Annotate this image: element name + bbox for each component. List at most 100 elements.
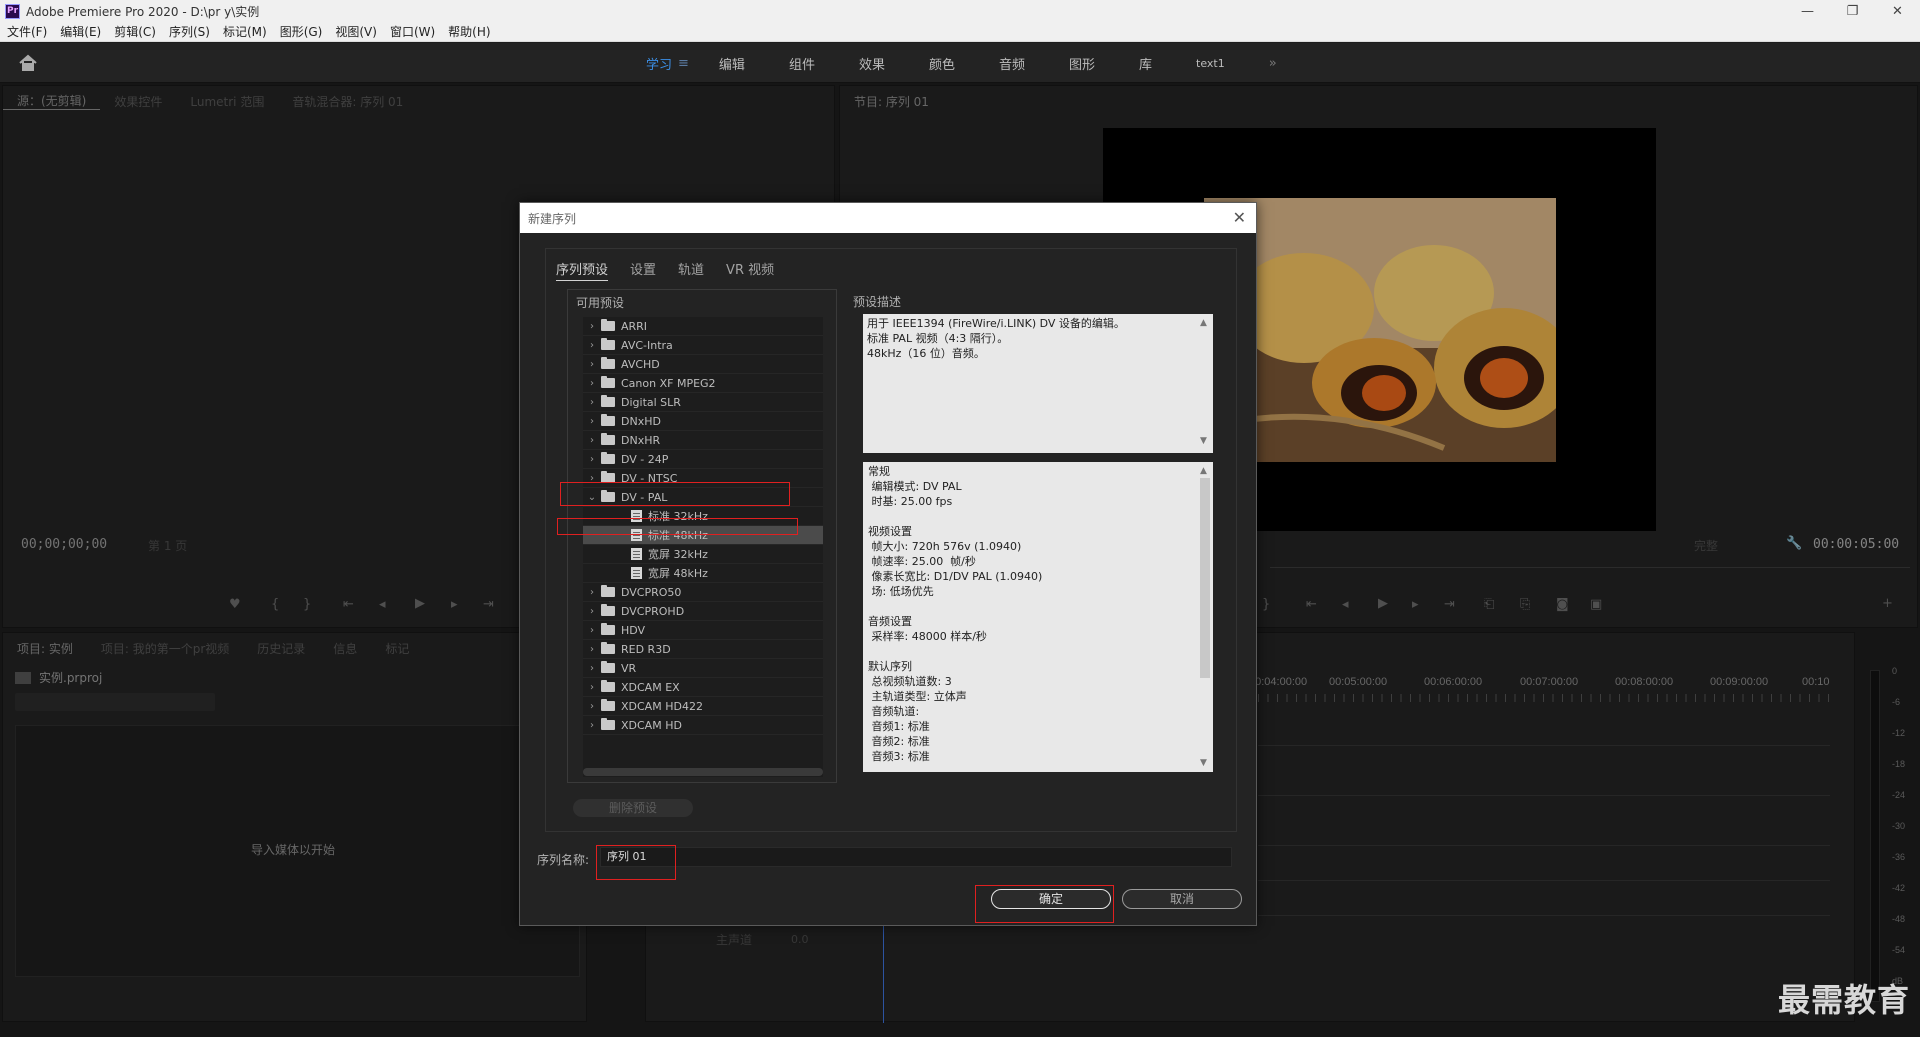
menu-marker[interactable]: 标记(M) bbox=[216, 23, 273, 40]
folder-icon bbox=[601, 319, 615, 331]
preset-label: DNxHD bbox=[621, 414, 661, 428]
tab-tracks[interactable]: 轨道 bbox=[678, 259, 704, 281]
details-line: 采样率: 48000 样本/秒 bbox=[868, 630, 987, 643]
preset-folder[interactable]: › DVCPROHD bbox=[583, 602, 823, 621]
dialog-close-icon[interactable]: ✕ bbox=[1233, 208, 1246, 227]
workspace-tab-effects[interactable]: 效果 bbox=[837, 54, 907, 73]
preset-label: AVC-Intra bbox=[621, 338, 673, 352]
home-icon[interactable] bbox=[18, 54, 38, 72]
cancel-button[interactable]: 取消 bbox=[1122, 889, 1242, 909]
workspace-tab-editing[interactable]: 编辑 bbox=[697, 54, 767, 73]
dialog-body: 序列预设 设置 轨道 VR 视频 可用预设 › ARRI › AVC-Intra › AV… bbox=[545, 248, 1237, 832]
preset-item[interactable]: 宽屏 32kHz bbox=[583, 545, 823, 564]
chevron-right-icon[interactable]: › bbox=[583, 378, 601, 389]
preset-folder[interactable]: › XDCAM HD bbox=[583, 716, 823, 735]
chevron-right-icon[interactable]: › bbox=[583, 397, 601, 408]
preset-folder[interactable]: › DV - 24P bbox=[583, 450, 823, 469]
details-line: 默认序列 bbox=[868, 660, 912, 673]
preset-label: DNxHR bbox=[621, 433, 661, 447]
chevron-right-icon[interactable]: › bbox=[583, 321, 601, 332]
close-window-button[interactable]: ✕ bbox=[1875, 0, 1920, 22]
details-line: 像素长宽比: D1/DV PAL (1.0940) bbox=[868, 570, 1043, 583]
chevron-right-icon[interactable]: › bbox=[583, 435, 601, 446]
window-titlebar: Pr Adobe Premiere Pro 2020 - D:\pr y\实例 … bbox=[0, 0, 1920, 22]
preset-item[interactable]: 宽屏 48kHz bbox=[583, 564, 823, 583]
details-scroll-thumb[interactable] bbox=[1200, 478, 1210, 678]
preset-folder[interactable]: › DNxHR bbox=[583, 431, 823, 450]
menu-file[interactable]: 文件(F) bbox=[0, 23, 53, 40]
workspace-tab-graphics[interactable]: 图形 bbox=[1047, 54, 1117, 73]
watermark-logo: 最需教育 bbox=[1777, 981, 1910, 1019]
menu-view[interactable]: 视图(V) bbox=[328, 23, 383, 40]
chevron-right-icon[interactable]: › bbox=[583, 682, 601, 693]
menu-graphics[interactable]: 图形(G) bbox=[273, 23, 329, 40]
preset-folder[interactable]: › Digital SLR bbox=[583, 393, 823, 412]
chevron-right-icon[interactable]: › bbox=[583, 359, 601, 370]
workspace-tab-assembly[interactable]: 组件 bbox=[767, 54, 837, 73]
chevron-right-icon[interactable]: › bbox=[583, 416, 601, 427]
chevron-right-icon[interactable]: › bbox=[583, 701, 601, 712]
details-line bbox=[868, 509, 1208, 524]
preset-folder[interactable]: › AVCHD bbox=[583, 355, 823, 374]
workspace-tab-color[interactable]: 颜色 bbox=[907, 54, 977, 73]
window-title: Adobe Premiere Pro 2020 - D:\pr y\实例 bbox=[26, 4, 260, 19]
description-scrollbar[interactable]: ▲ ▼ bbox=[1200, 316, 1212, 446]
sequence-name-label: 序列名称: bbox=[537, 853, 590, 867]
scroll-down-icon[interactable]: ▼ bbox=[1200, 434, 1207, 449]
workspace-tab-libraries[interactable]: 库 bbox=[1117, 54, 1174, 73]
preset-folder[interactable]: › RED R3D bbox=[583, 640, 823, 659]
preset-folder[interactable]: › DNxHD bbox=[583, 412, 823, 431]
workspace-menu-icon[interactable]: ≡ bbox=[678, 56, 689, 71]
tab-settings[interactable]: 设置 bbox=[630, 259, 656, 281]
preset-folder[interactable]: › HDV bbox=[583, 621, 823, 640]
scroll-up-icon[interactable]: ▲ bbox=[1200, 464, 1212, 479]
chevron-right-icon[interactable]: › bbox=[583, 340, 601, 351]
preset-folder[interactable]: › ARRI bbox=[583, 317, 823, 336]
chevron-right-icon[interactable]: › bbox=[583, 606, 601, 617]
scroll-up-icon[interactable]: ▲ bbox=[1200, 316, 1212, 331]
preset-folder[interactable]: › XDCAM HD422 bbox=[583, 697, 823, 716]
details-line: 总视频轨道数: 3 bbox=[868, 675, 952, 688]
details-line: 音频1: 标准 bbox=[868, 720, 930, 733]
folder-icon bbox=[601, 376, 615, 388]
chevron-right-icon[interactable]: › bbox=[583, 625, 601, 636]
menu-help[interactable]: 帮助(H) bbox=[441, 23, 496, 40]
chevron-right-icon[interactable]: › bbox=[583, 644, 601, 655]
workspace-bar: 学习 ≡ 编辑 组件 效果 颜色 音频 图形 库 text1 » bbox=[0, 43, 1920, 83]
chevron-right-icon[interactable]: › bbox=[583, 720, 601, 731]
preset-label: ARRI bbox=[621, 319, 648, 333]
scroll-down-icon[interactable]: ▼ bbox=[1200, 756, 1207, 771]
preset-folder[interactable]: › VR bbox=[583, 659, 823, 678]
preset-horizontal-scrollbar[interactable] bbox=[583, 768, 823, 776]
preset-label: 宽屏 48kHz bbox=[648, 567, 708, 580]
folder-icon bbox=[601, 452, 615, 464]
minimize-button[interactable]: — bbox=[1785, 0, 1830, 22]
preset-tree[interactable]: › ARRI › AVC-Intra › AVCHD › Canon XF MPEG2 › Dig… bbox=[583, 317, 823, 777]
workspace-more-icon[interactable]: » bbox=[1247, 56, 1299, 71]
chevron-right-icon[interactable]: › bbox=[583, 454, 601, 465]
menu-clip[interactable]: 剪辑(C) bbox=[107, 23, 162, 40]
preset-label: HDV bbox=[621, 623, 646, 637]
details-line: 时基: 25.00 fps bbox=[868, 495, 953, 508]
details-line: 编辑模式: DV PAL bbox=[868, 480, 962, 493]
preset-label: DVCPROHD bbox=[621, 604, 685, 618]
menu-edit[interactable]: 编辑(E) bbox=[53, 23, 107, 40]
preset-label: DV - 24P bbox=[621, 452, 669, 466]
menu-window[interactable]: 窗口(W) bbox=[383, 23, 441, 40]
sequence-name-input[interactable]: 序列 01 bbox=[600, 847, 1232, 867]
preset-folder[interactable]: › DVCPRO50 bbox=[583, 583, 823, 602]
workspace-tab-audio[interactable]: 音频 bbox=[977, 54, 1047, 73]
details-scrollbar[interactable]: ▲ ▼ bbox=[1200, 464, 1212, 768]
delete-preset-button[interactable]: 删除预设 bbox=[573, 799, 693, 817]
chevron-right-icon[interactable]: › bbox=[583, 663, 601, 674]
workspace-tab-text1[interactable]: text1 bbox=[1174, 57, 1247, 70]
chevron-right-icon[interactable]: › bbox=[583, 587, 601, 598]
preset-folder[interactable]: › XDCAM EX bbox=[583, 678, 823, 697]
tab-vr-video[interactable]: VR 视频 bbox=[726, 259, 774, 281]
preset-folder[interactable]: › Canon XF MPEG2 bbox=[583, 374, 823, 393]
preset-folder[interactable]: › AVC-Intra bbox=[583, 336, 823, 355]
tab-sequence-presets[interactable]: 序列预设 bbox=[556, 259, 609, 281]
menu-sequence[interactable]: 序列(S) bbox=[162, 23, 216, 40]
dialog-titlebar: 新建序列 ✕ bbox=[520, 203, 1256, 233]
restore-button[interactable]: ❐ bbox=[1830, 0, 1875, 22]
